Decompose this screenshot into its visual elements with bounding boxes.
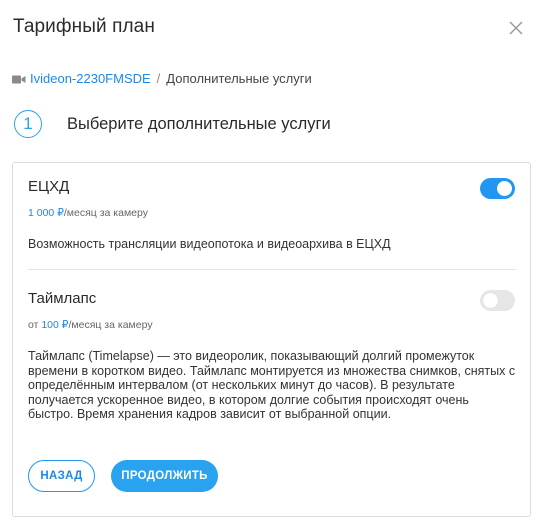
step-number-badge: 1 bbox=[14, 110, 42, 138]
price-amount: 100 ₽ bbox=[41, 319, 69, 331]
step-label: Выберите дополнительные услуги bbox=[67, 114, 331, 133]
close-icon[interactable] bbox=[507, 19, 525, 37]
dialog-title: Тарифный план bbox=[13, 16, 155, 37]
toggle-knob bbox=[497, 181, 512, 196]
price-suffix: /месяц за камеру bbox=[68, 319, 153, 331]
price-prefix: от bbox=[28, 319, 42, 331]
toggle-knob bbox=[483, 293, 498, 308]
service-toggle-ecxd[interactable] bbox=[480, 178, 515, 199]
service-price-ecxd: 1 000 ₽/месяц за камеру bbox=[28, 207, 148, 219]
service-description-ecxd: Возможность трансляции видеопотока и вид… bbox=[28, 237, 391, 251]
service-name-timelapse: Таймлапс bbox=[28, 290, 97, 307]
breadcrumb-camera-link[interactable]: Ivideon-2230FMSDE bbox=[30, 71, 151, 86]
breadcrumb: Ivideon-2230FMSDE / Дополнительные услуг… bbox=[12, 71, 312, 86]
service-price-timelapse: от 100 ₽/месяц за камеру bbox=[28, 319, 153, 331]
breadcrumb-current: Дополнительные услуги bbox=[166, 71, 312, 86]
service-name-ecxd: ЕЦХД bbox=[28, 178, 70, 195]
service-description-timelapse: Таймлапс (Timelapse) — это видеоролик, п… bbox=[28, 349, 516, 421]
services-card: ЕЦХД 1 000 ₽/месяц за камеру Возможность… bbox=[12, 162, 531, 517]
price-suffix: /месяц за камеру bbox=[63, 207, 148, 219]
step-header: 1 Выберите дополнительные услуги bbox=[14, 110, 331, 138]
tariff-plan-dialog: Тарифный план Ivideon-2230FMSDE / Дополн… bbox=[0, 0, 544, 530]
continue-button[interactable]: ПРОДОЛЖИТЬ bbox=[111, 460, 218, 492]
service-divider bbox=[28, 269, 516, 270]
back-button[interactable]: НАЗАД bbox=[28, 460, 95, 492]
price-amount: 1 000 ₽ bbox=[28, 207, 64, 219]
camera-icon bbox=[12, 73, 26, 84]
breadcrumb-separator: / bbox=[156, 71, 161, 86]
service-toggle-timelapse[interactable] bbox=[480, 290, 515, 311]
